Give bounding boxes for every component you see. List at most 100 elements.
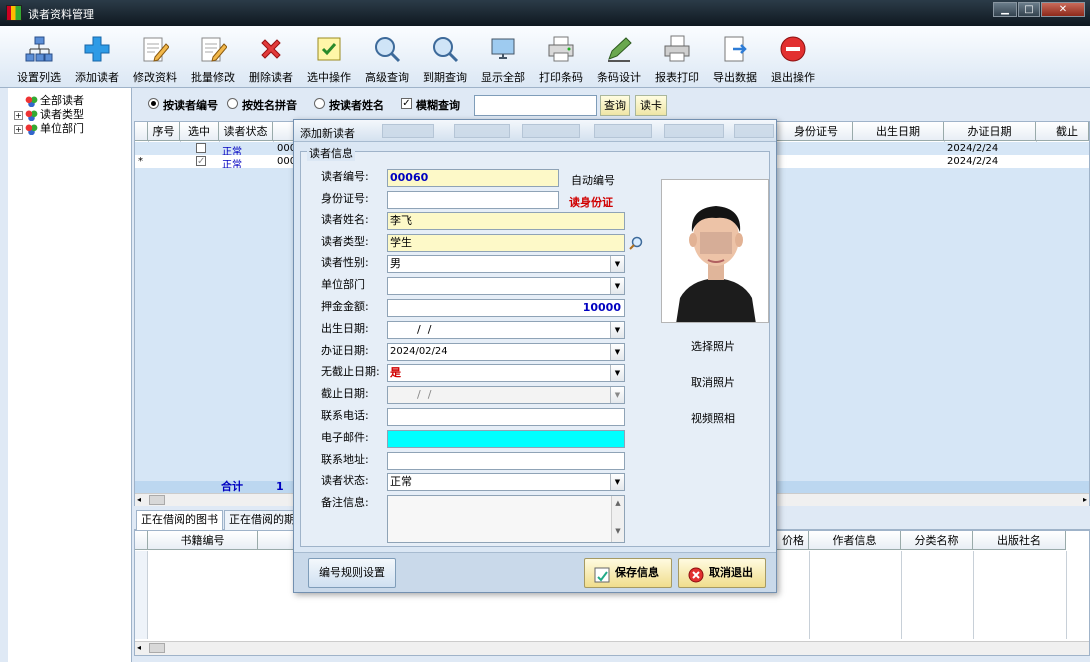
toolbar-label: 设置列选 (17, 71, 61, 84)
toolbar-exit[interactable]: 退出操作 (764, 32, 822, 84)
textarea-scrollbar[interactable]: ▲ ▼ (611, 496, 624, 542)
note-textarea[interactable]: ▲ ▼ (387, 495, 625, 543)
cancel-button[interactable]: 取消退出 (678, 558, 766, 588)
toolbar-export-data[interactable]: 导出数据 (706, 32, 764, 84)
toolbar-print-barcode[interactable]: 打印条码 (532, 32, 590, 84)
radio-by-pinyin[interactable] (227, 98, 238, 109)
issue-date-picker[interactable]: 2024/02/24 ▼ (387, 343, 625, 361)
tree-item-all-readers[interactable]: 全部读者 (14, 92, 84, 107)
expiry-date-value: / / (410, 388, 432, 401)
toolbar-batch-edit[interactable]: 批量修改 (184, 32, 242, 84)
dropdown-arrow-icon[interactable]: ▼ (610, 256, 624, 272)
dropdown-arrow-icon[interactable]: ▼ (610, 474, 624, 490)
toolbar-add-reader[interactable]: 添加读者 (68, 32, 126, 84)
column-header[interactable]: 身份证号 (780, 122, 853, 141)
toolbar-edit-reader[interactable]: 修改资料 (126, 32, 184, 84)
toolbar-report-print[interactable]: 报表打印 (648, 32, 706, 84)
exit-icon (779, 35, 807, 63)
expiry-date-picker[interactable]: / / ▼ (387, 386, 625, 404)
column-header[interactable]: 序号 (148, 122, 180, 141)
total-label: 合计 (221, 480, 243, 493)
column-header[interactable]: 出生日期 (853, 122, 944, 141)
cancel-icon (688, 566, 704, 594)
column-header[interactable]: 书籍编号 (148, 531, 258, 550)
toolbar-select-action[interactable]: 选中操作 (300, 32, 358, 84)
column-header[interactable]: 截止 (1036, 122, 1089, 141)
toolbar-advanced-search[interactable]: 高级查询 (358, 32, 416, 84)
read-id-card-link[interactable]: 读身份证 (569, 194, 613, 210)
close-button[interactable]: ✕ (1041, 2, 1085, 17)
expand-icon[interactable]: + (14, 124, 23, 134)
address-field[interactable] (387, 452, 625, 470)
column-header[interactable]: 分类名称 (901, 531, 973, 550)
tree-item-departments[interactable]: + 单位部门 (14, 120, 84, 135)
horizontal-scrollbar[interactable]: ◂ (135, 641, 1089, 655)
minimize-button[interactable]: ▁ (993, 2, 1017, 17)
toolbar-label: 报表打印 (655, 71, 699, 84)
reader-type-field[interactable]: 学生 (387, 234, 625, 252)
reader-id-field[interactable]: 00060 (387, 169, 559, 187)
report-print-icon (663, 35, 691, 63)
scroll-left-icon[interactable]: ◂ (137, 643, 141, 652)
tab-borrowed-periodicals[interactable]: 正在借阅的期 (224, 510, 300, 530)
toolbar-label: 条码设计 (597, 71, 641, 84)
toolbar-label: 退出操作 (771, 71, 815, 84)
dropdown-arrow-icon[interactable]: ▼ (610, 278, 624, 294)
scroll-thumb[interactable] (149, 643, 165, 653)
photo-image (662, 180, 768, 322)
query-button[interactable]: 查询 (600, 95, 630, 116)
save-button[interactable]: 保存信息 (584, 558, 672, 588)
column-header[interactable]: 作者信息 (809, 531, 901, 550)
column-header[interactable]: 选中 (180, 122, 219, 141)
birth-date-picker[interactable]: / / ▼ (387, 321, 625, 339)
org-chart-icon (25, 35, 53, 63)
number-rule-button[interactable]: 编号规则设置 (308, 558, 396, 588)
maximize-button[interactable]: □ (1018, 2, 1040, 17)
column-header[interactable]: 办证日期 (944, 122, 1036, 141)
reader-name-field[interactable]: 李飞 (387, 212, 625, 230)
lookup-search-icon[interactable] (629, 236, 643, 253)
email-field[interactable] (387, 430, 625, 448)
toolbar-delete-reader[interactable]: 删除读者 (242, 32, 300, 84)
radio-by-name[interactable] (314, 98, 325, 109)
no-expiry-select[interactable]: 是 ▼ (387, 364, 625, 382)
phone-field[interactable] (387, 408, 625, 426)
toolbar-label: 显示全部 (481, 71, 525, 84)
search-input[interactable] (474, 95, 597, 116)
tab-borrowed-books[interactable]: 正在借阅的图书 (136, 510, 223, 530)
row-checkbox[interactable]: ✓ (196, 156, 206, 167)
toolbar-label: 选中操作 (307, 71, 351, 84)
toolbar-expiry-search[interactable]: 到期查询 (416, 32, 474, 84)
department-select[interactable]: ▼ (387, 277, 625, 295)
expand-icon[interactable]: + (14, 110, 23, 120)
toolbar-barcode-design[interactable]: 条码设计 (590, 32, 648, 84)
dropdown-arrow-icon[interactable]: ▼ (610, 344, 624, 360)
id-card-field[interactable] (387, 191, 559, 209)
radio-by-id[interactable] (148, 98, 159, 109)
remove-photo-link[interactable]: 取消照片 (691, 374, 735, 390)
scroll-left-icon[interactable]: ◂ (137, 495, 141, 504)
row-checkbox[interactable] (196, 143, 206, 153)
dropdown-arrow-icon[interactable]: ▼ (610, 365, 624, 381)
scroll-thumb[interactable] (149, 495, 165, 505)
select-photo-link[interactable]: 选择照片 (691, 338, 735, 354)
read-card-button[interactable]: 读卡 (635, 95, 667, 116)
toolbar-set-columns[interactable]: 设置列选 (10, 32, 68, 84)
auto-number-label: 自动编号 (571, 174, 615, 187)
dropdown-arrow-icon[interactable]: ▼ (610, 387, 624, 403)
toolbar-show-all[interactable]: 显示全部 (474, 32, 532, 84)
gender-value: 男 (390, 257, 401, 270)
row-header-column (135, 551, 148, 639)
reader-info-group: 读者信息 读者编号: 00060 自动编号 身份证号: 读身份证 读者姓名: 李… (300, 145, 770, 547)
scroll-right-icon[interactable]: ▸ (1083, 495, 1087, 504)
camera-capture-link[interactable]: 视频照相 (691, 410, 735, 426)
dropdown-arrow-icon[interactable]: ▼ (610, 322, 624, 338)
deposit-field[interactable]: 10000 (387, 299, 625, 317)
tree-item-reader-types[interactable]: + 读者类型 (14, 106, 84, 121)
reader-status-select[interactable]: 正常 ▼ (387, 473, 625, 491)
column-header[interactable]: 读者状态 (219, 122, 273, 141)
fuzzy-checkbox[interactable]: ✓ (401, 98, 412, 109)
field-label: 押金金额: (321, 300, 369, 313)
gender-select[interactable]: 男 ▼ (387, 255, 625, 273)
column-header[interactable]: 出版社名 (973, 531, 1066, 550)
